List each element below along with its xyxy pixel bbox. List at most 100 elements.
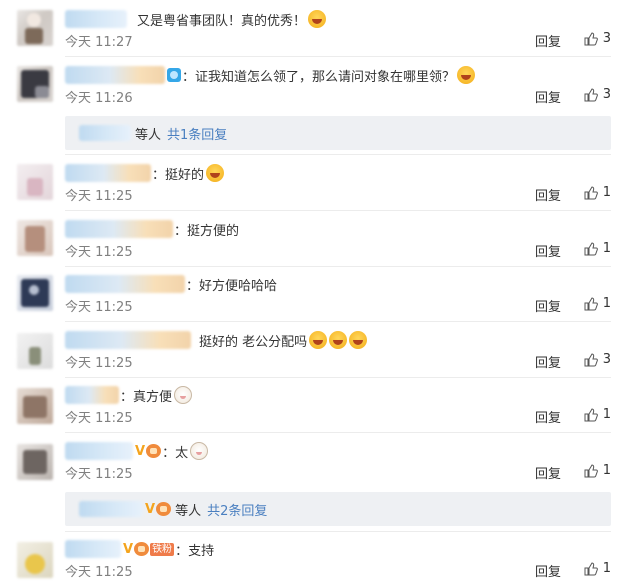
username[interactable] bbox=[65, 220, 173, 238]
colon: ： bbox=[182, 69, 196, 85]
divider bbox=[65, 56, 611, 57]
timestamp: 今天 11:26 bbox=[65, 91, 133, 106]
like-button[interactable]: 1 bbox=[584, 185, 611, 200]
username[interactable] bbox=[65, 540, 121, 558]
comment-text: 支持 bbox=[188, 543, 215, 559]
reply-button[interactable]: 回复 bbox=[535, 185, 561, 204]
comment-line: ： 好方便哈哈哈 bbox=[65, 273, 277, 295]
reply-button[interactable]: 回复 bbox=[535, 463, 561, 482]
username[interactable] bbox=[65, 275, 185, 293]
sub-reply-summary: 等人 共1条回复 bbox=[65, 116, 611, 150]
comment-text: 真方便 bbox=[133, 389, 173, 405]
cat-emoji-icon bbox=[190, 442, 209, 460]
avatar[interactable] bbox=[17, 388, 53, 424]
thumbs-up-icon bbox=[584, 87, 598, 101]
comment-text: 好方便哈哈哈 bbox=[199, 278, 278, 294]
like-count: 1 bbox=[602, 561, 611, 576]
view-replies-link[interactable]: 共2条回复 bbox=[207, 500, 267, 519]
avatar[interactable] bbox=[17, 275, 53, 311]
like-button[interactable]: 3 bbox=[584, 87, 611, 102]
sub-reply-users: 等人 bbox=[135, 127, 162, 143]
username[interactable] bbox=[79, 125, 131, 141]
vip-badge: V bbox=[135, 443, 146, 459]
username[interactable] bbox=[65, 331, 191, 349]
like-count: 1 bbox=[602, 296, 611, 311]
thumbs-up-icon bbox=[584, 352, 598, 366]
comment-line: 又是粤省事团队！真的优秀！ bbox=[65, 8, 327, 30]
divider bbox=[65, 321, 611, 322]
timestamp: 今天 11:27 bbox=[65, 35, 133, 50]
view-replies-link[interactable]: 共1条回复 bbox=[167, 124, 227, 143]
reply-button[interactable]: 回复 bbox=[535, 352, 561, 371]
like-count: 3 bbox=[602, 352, 611, 367]
comment-text: 又是粤省事团队！真的优秀！ bbox=[137, 13, 307, 29]
comment-line: V 铁粉 ： 支持 bbox=[65, 538, 214, 560]
username[interactable] bbox=[65, 386, 119, 404]
comment-line: ： 证我知道怎么领了，那么请问对象在哪里领？ bbox=[65, 64, 476, 86]
comment-text: 证我知道怎么领了，那么请问对象在哪里领？ bbox=[195, 69, 456, 85]
username[interactable] bbox=[65, 66, 165, 84]
laugh-emoji-icon bbox=[349, 331, 368, 349]
comment-line: ： 真方便 bbox=[65, 384, 193, 406]
colon: ： bbox=[120, 389, 134, 405]
thinking-emoji-icon bbox=[457, 66, 476, 84]
reply-button[interactable]: 回复 bbox=[535, 296, 561, 315]
thumbs-up-icon bbox=[584, 241, 598, 255]
reply-button[interactable]: 回复 bbox=[535, 87, 561, 106]
like-button[interactable]: 3 bbox=[584, 31, 611, 46]
like-button[interactable]: 1 bbox=[584, 463, 611, 478]
avatar[interactable] bbox=[17, 220, 53, 256]
colon: ： bbox=[175, 543, 189, 559]
timestamp: 今天 11:25 bbox=[65, 411, 133, 426]
comment-line: V ： 太 bbox=[65, 440, 209, 462]
avatar[interactable] bbox=[17, 333, 53, 369]
reply-button[interactable]: 回复 bbox=[535, 241, 561, 260]
laugh-emoji-icon bbox=[329, 331, 348, 349]
colon: ： bbox=[152, 167, 166, 183]
comment-text: 太 bbox=[175, 445, 189, 461]
like-button[interactable]: 1 bbox=[584, 296, 611, 311]
verified-badge-icon bbox=[167, 68, 181, 82]
timestamp: 今天 11:25 bbox=[65, 189, 133, 204]
thumbs-up-icon bbox=[584, 296, 598, 310]
thumbs-up-icon bbox=[584, 463, 598, 477]
colon: ： bbox=[162, 445, 176, 461]
crown-badge-icon bbox=[156, 502, 172, 516]
avatar[interactable] bbox=[17, 444, 53, 480]
like-button[interactable]: 1 bbox=[584, 407, 611, 422]
comment-text: 挺好的 bbox=[165, 167, 205, 183]
like-button[interactable]: 1 bbox=[584, 561, 611, 576]
comment-text: 挺方便的 bbox=[187, 223, 240, 239]
grin-emoji-icon bbox=[308, 10, 327, 28]
divider bbox=[65, 154, 611, 155]
like-count: 3 bbox=[602, 87, 611, 102]
like-button[interactable]: 1 bbox=[584, 241, 611, 256]
reply-button[interactable]: 回复 bbox=[535, 561, 561, 580]
like-button[interactable]: 3 bbox=[584, 352, 611, 367]
avatar[interactable] bbox=[17, 542, 53, 578]
avatar[interactable] bbox=[17, 66, 53, 102]
reply-button[interactable]: 回复 bbox=[535, 407, 561, 426]
username[interactable] bbox=[65, 164, 151, 182]
cat-emoji-icon bbox=[174, 386, 193, 404]
vip-badge: V bbox=[123, 541, 134, 557]
username[interactable] bbox=[79, 501, 143, 517]
sub-reply-users: 等人 bbox=[175, 503, 202, 519]
timestamp: 今天 11:25 bbox=[65, 245, 133, 260]
comment-text: 挺好的 老公分配吗 bbox=[199, 334, 308, 350]
colon: ： bbox=[174, 223, 188, 239]
thumbs-up-icon bbox=[584, 407, 598, 421]
avatar[interactable] bbox=[17, 164, 53, 200]
crown-badge-icon bbox=[134, 542, 150, 556]
laugh-emoji-icon bbox=[206, 164, 225, 182]
divider bbox=[65, 531, 611, 532]
avatar[interactable] bbox=[17, 10, 53, 46]
username[interactable] bbox=[65, 442, 133, 460]
comment-line: ： 挺好的 bbox=[65, 162, 225, 184]
laugh-emoji-icon bbox=[309, 331, 328, 349]
thumbs-up-icon bbox=[584, 561, 598, 575]
timestamp: 今天 11:25 bbox=[65, 565, 133, 580]
reply-button[interactable]: 回复 bbox=[535, 31, 561, 50]
username[interactable] bbox=[65, 10, 127, 28]
fan-badge: 铁粉 bbox=[150, 542, 175, 556]
